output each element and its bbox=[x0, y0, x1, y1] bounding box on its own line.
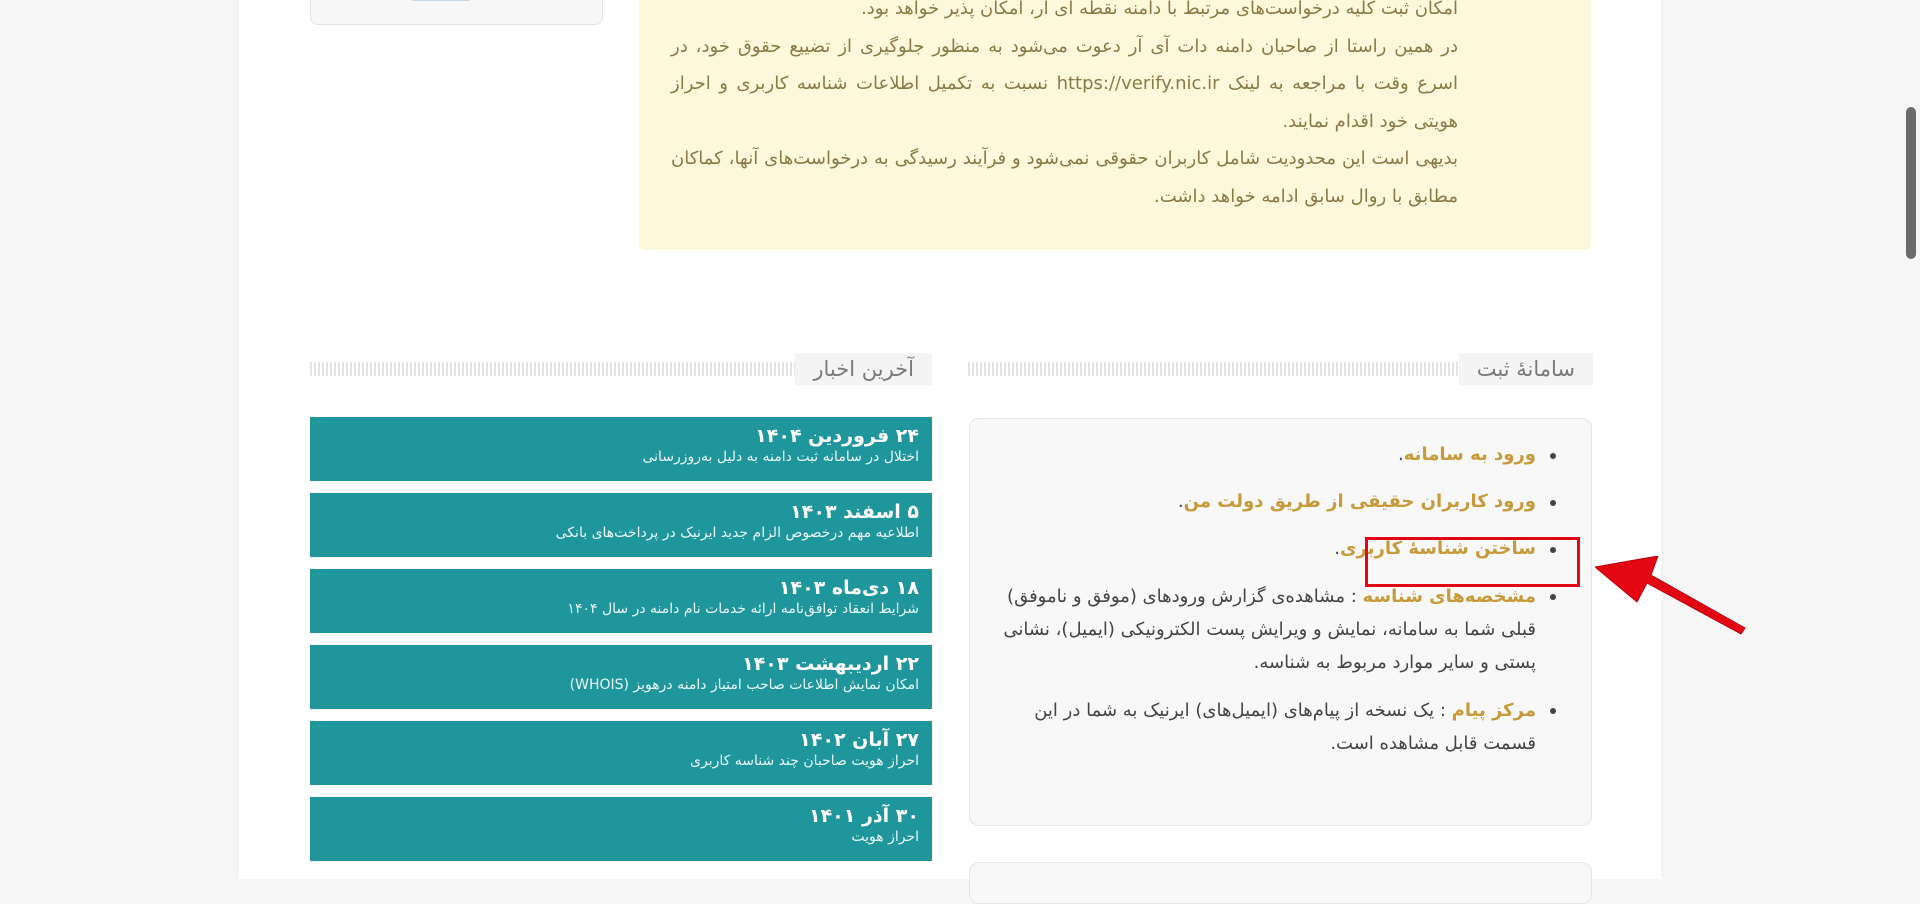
list-item: ورود به سامانه. bbox=[998, 439, 1558, 471]
news-title: اختلال در سامانه ثبت دامنه به دلیل به‌رو… bbox=[642, 449, 919, 465]
page-scrollbar[interactable] bbox=[1900, 0, 1920, 879]
register-section-header: سامانهٔ ثبت bbox=[968, 353, 1593, 385]
news-date: ۵ اسفند ۱۴۰۳ bbox=[790, 501, 919, 523]
news-item[interactable]: ۱۸ دی‌ماه ۱۴۰۳ شرایط انعقاد توافق‌نامه ا… bbox=[310, 569, 932, 633]
news-item[interactable]: ۵ اسفند ۱۴۰۳ اطلاعیه مهم درخصوص الزام جد… bbox=[310, 493, 932, 557]
id-details-link[interactable]: مشخصه‌های شناسه bbox=[1362, 586, 1536, 607]
news-title: احراز هویت bbox=[851, 829, 919, 845]
message-center-link[interactable]: مرکز پیام bbox=[1452, 700, 1536, 721]
news-title: احراز هویت صاحبان چند شناسه کاربری bbox=[690, 753, 919, 769]
news-date: ۲۲ اردیبهشت ۱۴۰۳ bbox=[742, 653, 919, 675]
highlight-box bbox=[1365, 537, 1580, 587]
next-section-box bbox=[969, 862, 1592, 904]
notice-paragraph: امکان ثبت کلیه درخواست‌های مرتبط با دامن… bbox=[861, 0, 1458, 19]
register-list: ورود به سامانه. ورود کاربران حقیقی از طر… bbox=[998, 439, 1558, 775]
news-date: ۲۷ آبان ۱۴۰۲ bbox=[799, 729, 919, 751]
news-title: اطلاعیه مهم درخصوص الزام جدید ایرنیک در … bbox=[555, 525, 919, 541]
red-arrow-icon bbox=[1595, 556, 1746, 635]
news-title: امکان نمایش اطلاعات صاحب امتیاز دامنه در… bbox=[569, 677, 919, 693]
news-section-title: آخرین اخبار bbox=[795, 353, 932, 385]
list-item: مشخصه‌های شناسه : مشاهده‌ی گزارش ورودهای… bbox=[998, 580, 1558, 679]
news-item[interactable]: ۳۰ آذر ۱۴۰۱ احراز هویت bbox=[310, 797, 932, 861]
news-title: شرایط انعقاد توافق‌نامه ارائه خدمات نام … bbox=[567, 601, 919, 617]
notice-paragraph: بدیهی است این محدودیت شامل کاربران حقوقی… bbox=[671, 148, 1458, 207]
notice-box: امکان ثبت کلیه درخواست‌های مرتبط با دامن… bbox=[639, 0, 1591, 250]
register-box: ورود به سامانه. ورود کاربران حقیقی از طر… bbox=[969, 418, 1592, 826]
list-item: مرکز پیام : یک نسخه از پیام‌های (ایمیل‌ه… bbox=[998, 694, 1558, 760]
list-item: ورود کاربران حقیقی از طریق دولت من. bbox=[998, 486, 1558, 518]
sidebar-card-link[interactable] bbox=[411, 0, 471, 1]
news-date: ۳۰ آذر ۱۴۰۱ bbox=[808, 805, 919, 827]
news-date: ۲۴ فروردین ۱۴۰۴ bbox=[755, 425, 919, 447]
dolat-man-login-link[interactable]: ورود کاربران حقیقی از طریق دولت من bbox=[1184, 491, 1536, 512]
news-date: ۱۸ دی‌ماه ۱۴۰۳ bbox=[778, 577, 919, 599]
notice-text: امکان ثبت کلیه درخواست‌های مرتبط با دامن… bbox=[671, 0, 1458, 215]
login-link[interactable]: ورود به سامانه bbox=[1404, 444, 1536, 465]
scrollbar-thumb[interactable] bbox=[1906, 107, 1916, 259]
news-item[interactable]: ۲۷ آبان ۱۴۰۲ احراز هویت صاحبان چند شناسه… bbox=[310, 721, 932, 785]
news-item[interactable]: ۲۲ اردیبهشت ۱۴۰۳ امکان نمایش اطلاعات صاح… bbox=[310, 645, 932, 709]
news-section-header: آخرین اخبار bbox=[310, 353, 932, 385]
notice-paragraph: در همین راستا از صاحبان دامنه دات آی آر … bbox=[671, 35, 1458, 132]
left-sidebar-card bbox=[310, 0, 603, 25]
register-section-title: سامانهٔ ثبت bbox=[1458, 353, 1593, 385]
news-item[interactable]: ۲۴ فروردین ۱۴۰۴ اختلال در سامانه ثبت دام… bbox=[310, 417, 932, 481]
